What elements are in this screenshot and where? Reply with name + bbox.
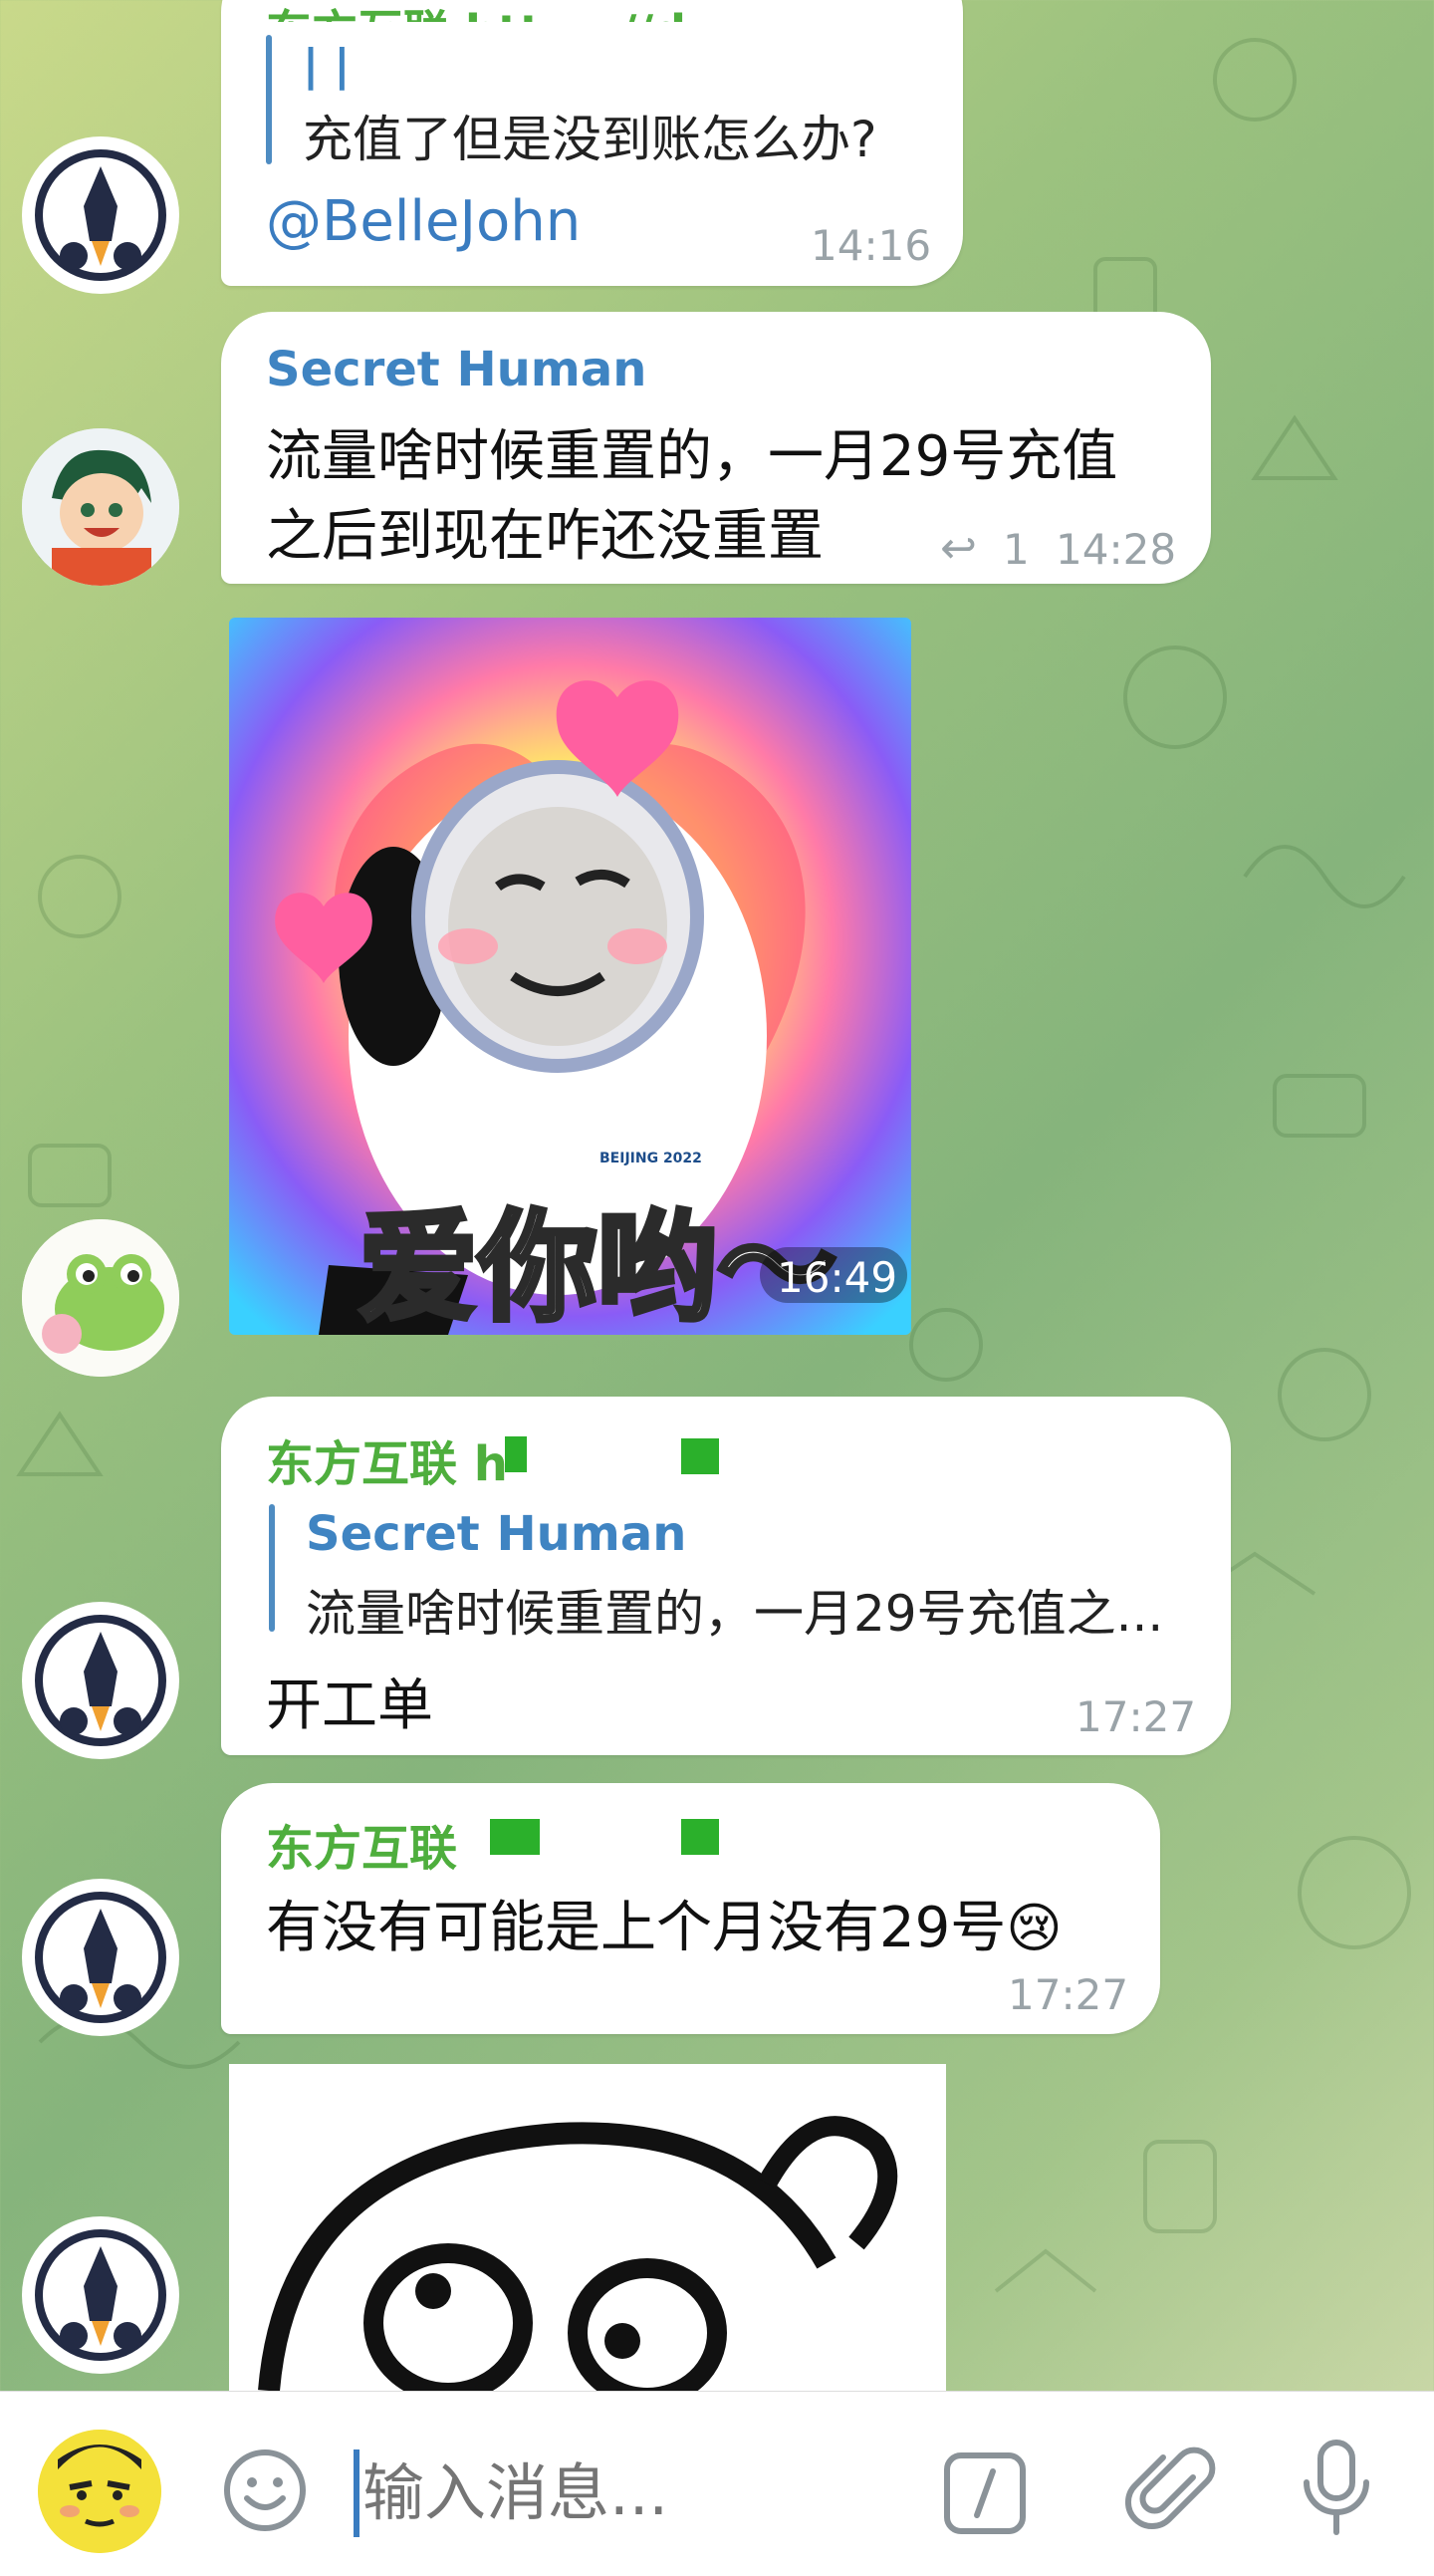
- microphone-icon[interactable]: [1295, 2437, 1378, 2544]
- sticker-image[interactable]: [229, 2064, 946, 2391]
- message-input[interactable]: [360, 2442, 882, 2543]
- message-time: 17:27: [1008, 1970, 1129, 2019]
- sender-name[interactable]: 东方互联 https://de ...: [266, 0, 786, 22]
- message-bubble[interactable]: Secret Human 流量啥时候重置的，一月29号充值 之后到现在咋还没重置…: [221, 312, 1211, 584]
- sticker-time-badge: 16:49: [760, 1247, 907, 1303]
- message-time: 14:28: [1056, 525, 1177, 574]
- sticker-image[interactable]: BEIJING 2022 爱你哟～ 16:49: [229, 618, 911, 1335]
- sender-name[interactable]: 东方互联 h: [266, 1424, 508, 1494]
- message-time: 16:49: [777, 1253, 898, 1302]
- user-avatar[interactable]: [38, 2430, 161, 2553]
- message-input-bar: [0, 2391, 1434, 2576]
- message-time: 14:16: [811, 221, 932, 270]
- message-text-body: 有没有可能是上个月没有29号: [266, 1896, 1007, 1960]
- message-text: 开工单: [266, 1674, 433, 1738]
- reply-count[interactable]: 1: [1003, 525, 1030, 574]
- message-text-line2: 之后到现在咋还没重置: [266, 504, 824, 569]
- avatar-dongfang[interactable]: [22, 1879, 179, 2036]
- quote-sender[interactable]: Secret Human: [306, 1506, 686, 1562]
- sender-name[interactable]: Secret Human: [266, 342, 646, 397]
- message-bubble[interactable]: 东方互联 有没有可能是上个月没有29号😢 17:27: [221, 1783, 1160, 2034]
- message-text-line1: 流量啥时候重置的，一月29号充值: [266, 424, 1118, 489]
- rocket-logo-icon: [35, 1892, 166, 2023]
- slash-command-icon[interactable]: [941, 2449, 1029, 2541]
- text-cursor: [354, 2449, 359, 2537]
- quote-bar[interactable]: [269, 1504, 275, 1632]
- doodle-sticker-icon: [258, 2116, 898, 2391]
- sticker-tag: BEIJING 2022: [599, 1151, 702, 1166]
- rocket-logo-icon: [35, 1615, 166, 1746]
- sender-name[interactable]: 东方互联: [266, 1809, 457, 1879]
- frog-avatar-icon: [22, 1219, 179, 1377]
- quote-sender-partial: | |: [303, 40, 351, 91]
- message-time: 17:27: [1076, 1692, 1197, 1741]
- rocket-logo-icon: [35, 2229, 166, 2361]
- avatar-dongfang[interactable]: [22, 136, 179, 294]
- paperclip-icon[interactable]: [1123, 2444, 1219, 2543]
- crying-face-emoji: 😢: [1006, 1897, 1063, 1959]
- reply-arrow-icon[interactable]: ↩: [940, 523, 977, 574]
- rocket-logo-icon: [35, 149, 166, 281]
- smiley-icon[interactable]: [221, 2447, 309, 2538]
- sticker-caption: 爱你哟～: [357, 1197, 839, 1336]
- yellow-face-avatar-icon: [38, 2430, 161, 2553]
- avatar-dongfang[interactable]: [22, 1602, 179, 1759]
- anime-boy-avatar-icon: [22, 428, 179, 586]
- redacted-block: [490, 1819, 540, 1855]
- quote-text[interactable]: 充值了但是没到账怎么办?: [303, 100, 877, 171]
- quote-text[interactable]: 流量啥时候重置的，一月29号充值之...: [306, 1574, 1163, 1646]
- message-bubble[interactable]: 东方互联 https://de ... | | 充值了但是没到账怎么办? @Be…: [221, 0, 963, 286]
- redacted-block: [681, 1819, 719, 1855]
- redacted-block: [681, 1438, 719, 1474]
- avatar-dongfang[interactable]: [22, 2216, 179, 2374]
- message-bubble[interactable]: 东方互联 h Secret Human 流量啥时候重置的，一月29号充值之...…: [221, 1397, 1231, 1755]
- avatar-frog[interactable]: [22, 1219, 179, 1377]
- redacted-block: [505, 1436, 527, 1472]
- mention-link[interactable]: @BelleJohn: [266, 189, 581, 254]
- avatar-secret-human[interactable]: [22, 428, 179, 586]
- quote-bar: [266, 35, 272, 164]
- message-text: 有没有可能是上个月没有29号😢: [266, 1883, 1063, 1963]
